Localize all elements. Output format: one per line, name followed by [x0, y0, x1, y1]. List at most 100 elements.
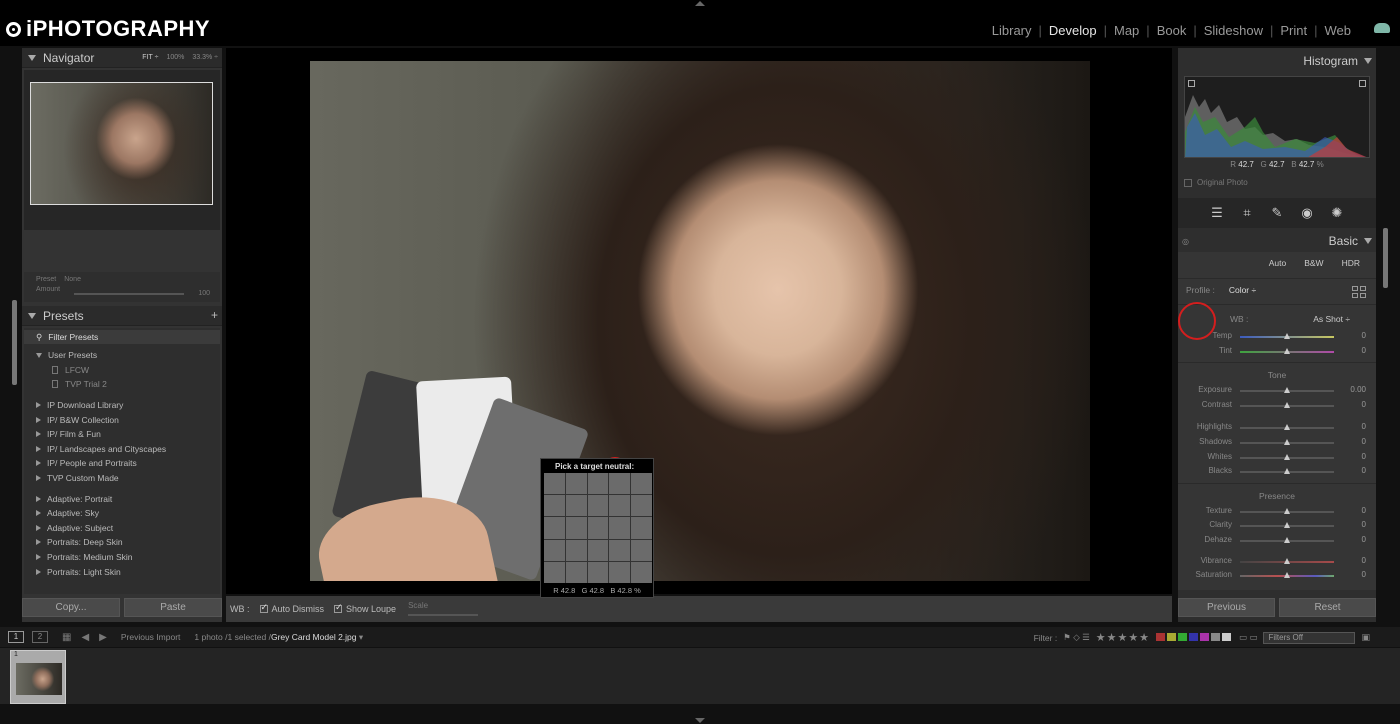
module-slideshow[interactable]: Slideshow [1197, 23, 1270, 38]
second-window-button[interactable]: 2 [32, 631, 48, 643]
hdr-button[interactable]: HDR [1342, 258, 1360, 274]
preset-group-user[interactable]: User Presets [24, 348, 220, 363]
slider-tint[interactable]: Tint 0 [1178, 344, 1376, 359]
slider-blacks[interactable]: Blacks 0 [1178, 464, 1376, 479]
rating-filter-stars[interactable]: ★★★★★ [1096, 631, 1150, 644]
basic-header[interactable]: ◎ Basic [1178, 230, 1376, 252]
slider-texture[interactable]: Texture 0 [1178, 504, 1376, 519]
forward-arrow-icon[interactable]: ▶ [99, 632, 107, 643]
main-window-button[interactable]: 1 [8, 631, 24, 643]
highlight-clipping-icon[interactable] [1359, 80, 1366, 87]
preset-group[interactable]: TVP Custom Made [24, 471, 220, 486]
paste-button[interactable]: Paste [124, 598, 222, 617]
amount-slider[interactable] [74, 293, 184, 295]
scale-slider[interactable] [408, 614, 479, 616]
copy-button[interactable]: Copy... [22, 598, 120, 617]
module-print[interactable]: Print [1273, 23, 1314, 38]
brand-logo-text: iPHOTOGRAPHY [26, 16, 211, 41]
preset-group[interactable]: Portraits: Light Skin [24, 564, 220, 579]
profile-select[interactable]: Color ÷ [1229, 285, 1256, 295]
slider-whites[interactable]: Whites 0 [1178, 450, 1376, 465]
crop-icon[interactable]: ⌗ [1240, 206, 1254, 220]
preset-group[interactable]: IP/ Landscapes and Cityscapes [24, 442, 220, 457]
preset-item[interactable]: LFCW [24, 363, 220, 378]
module-develop[interactable]: Develop [1042, 23, 1104, 38]
zoom-100[interactable]: 100% [166, 54, 184, 61]
filters-select[interactable]: Filters Off [1263, 631, 1356, 644]
left-panel-scrollbar[interactable] [12, 300, 17, 385]
preset-group[interactable]: Portraits: Medium Skin [24, 550, 220, 565]
histogram-graph[interactable] [1184, 76, 1370, 158]
preset-item[interactable]: TVP Trial 2 [24, 377, 220, 392]
bw-button[interactable]: B&W [1304, 258, 1323, 274]
slider-shadows[interactable]: Shadows 0 [1178, 435, 1376, 450]
preset-group[interactable]: Adaptive: Subject [24, 521, 220, 536]
module-book[interactable]: Book [1150, 23, 1194, 38]
original-photo-checkbox[interactable] [1184, 178, 1192, 187]
grid-view-icon[interactable]: ▦ [62, 632, 71, 643]
right-panel-scrollbar[interactable] [1383, 228, 1388, 288]
module-web[interactable]: Web [1318, 23, 1359, 38]
histogram-title: Histogram [1303, 54, 1358, 68]
preset-group[interactable]: Adaptive: Portrait [24, 491, 220, 506]
navigator-thumbnail[interactable] [30, 82, 213, 205]
preset-group[interactable]: Adaptive: Sky [24, 506, 220, 521]
wb-annotation-circle [1178, 302, 1216, 340]
bottom-panel-toggle-icon[interactable] [695, 718, 705, 723]
slider-vibrance[interactable]: Vibrance 0 [1178, 554, 1376, 569]
wb-toolbar: WB : Auto Dismiss Show Loupe Scale [226, 596, 1172, 622]
lock-icon[interactable]: ▣ [1361, 632, 1370, 643]
reset-button[interactable]: Reset [1279, 598, 1376, 617]
filmstrip-thumbnail[interactable]: 1 [10, 650, 66, 704]
red-eye-icon[interactable]: ◉ [1300, 206, 1314, 220]
preset-group[interactable]: Portraits: Deep Skin [24, 535, 220, 550]
color-label-filter[interactable] [1156, 632, 1233, 643]
healing-bandage-icon[interactable]: ✎ [1270, 206, 1284, 220]
previous-button[interactable]: Previous [1178, 598, 1275, 617]
masking-icon[interactable]: ✺ [1330, 206, 1344, 220]
filmstrip-info: 1 photo /1 selected /Grey Card Model 2.j… [194, 631, 364, 642]
preset-group[interactable]: IP/ Film & Fun [24, 427, 220, 442]
eye-icon[interactable]: ◎ [1182, 237, 1189, 246]
wb-select[interactable]: As Shot ÷ [1313, 314, 1350, 324]
slider-highlights[interactable]: Highlights 0 [1178, 420, 1376, 435]
back-arrow-icon[interactable]: ◀ [81, 632, 89, 643]
camera-ring-icon [6, 21, 21, 37]
original-photo-toggle[interactable]: Original Photo [1184, 178, 1248, 187]
zoom-33[interactable]: 33.3% ÷ [192, 54, 218, 61]
edit-sliders-icon[interactable]: ☰ [1210, 206, 1224, 220]
collapsed-triangle-icon [36, 568, 41, 575]
basic-panel: Auto B&W HDR Profile : Color ÷ WB : As S… [1178, 252, 1376, 590]
add-preset-icon[interactable]: + [211, 308, 218, 322]
slider-exposure[interactable]: Exposure 0.00 [1178, 383, 1376, 398]
filter-presets-field[interactable]: ⚲ Filter Presets [24, 330, 220, 344]
show-loupe-checkbox[interactable] [334, 602, 343, 613]
histogram-header[interactable]: Histogram [1178, 50, 1376, 72]
slider-contrast[interactable]: Contrast 0 [1178, 398, 1376, 413]
presets-header[interactable]: Presets [22, 306, 222, 326]
collapsed-triangle-icon [36, 554, 41, 561]
collapsed-triangle-icon [36, 524, 41, 531]
zoom-fit[interactable]: FIT ÷ [142, 54, 158, 61]
slider-clarity[interactable]: Clarity 0 [1178, 518, 1376, 533]
auto-button[interactable]: Auto [1269, 258, 1287, 274]
preset-group[interactable]: IP/ B&W Collection [24, 412, 220, 427]
preset-group[interactable]: IP/ People and Portraits [24, 456, 220, 471]
auto-dismiss-checkbox[interactable] [259, 602, 268, 613]
kind-filter-icon[interactable]: ▭ ▭ [1239, 632, 1257, 643]
shadow-clipping-icon[interactable] [1188, 80, 1195, 87]
portrait-photo[interactable] [310, 61, 1090, 581]
filmstrip-source[interactable]: Previous Import [121, 632, 181, 642]
top-panel-toggle-icon[interactable] [695, 1, 705, 6]
slider-saturation[interactable]: Saturation 0 [1178, 568, 1376, 583]
profile-browser-icon[interactable] [1352, 286, 1366, 298]
flag-filter-icon[interactable]: ⚑ ◇ ☰ [1063, 632, 1090, 643]
preset-label: Preset [36, 276, 57, 283]
preset-group[interactable]: IP Download Library [24, 398, 220, 413]
copy-paste-row: Copy... Paste [22, 598, 222, 617]
module-map[interactable]: Map [1107, 23, 1146, 38]
left-panel: Navigator FIT ÷ 100% 33.3% ÷ Preset None… [22, 48, 222, 622]
cloud-sync-icon[interactable] [1374, 23, 1390, 33]
slider-dehaze[interactable]: Dehaze 0 [1178, 533, 1376, 548]
module-library[interactable]: Library [985, 23, 1039, 38]
